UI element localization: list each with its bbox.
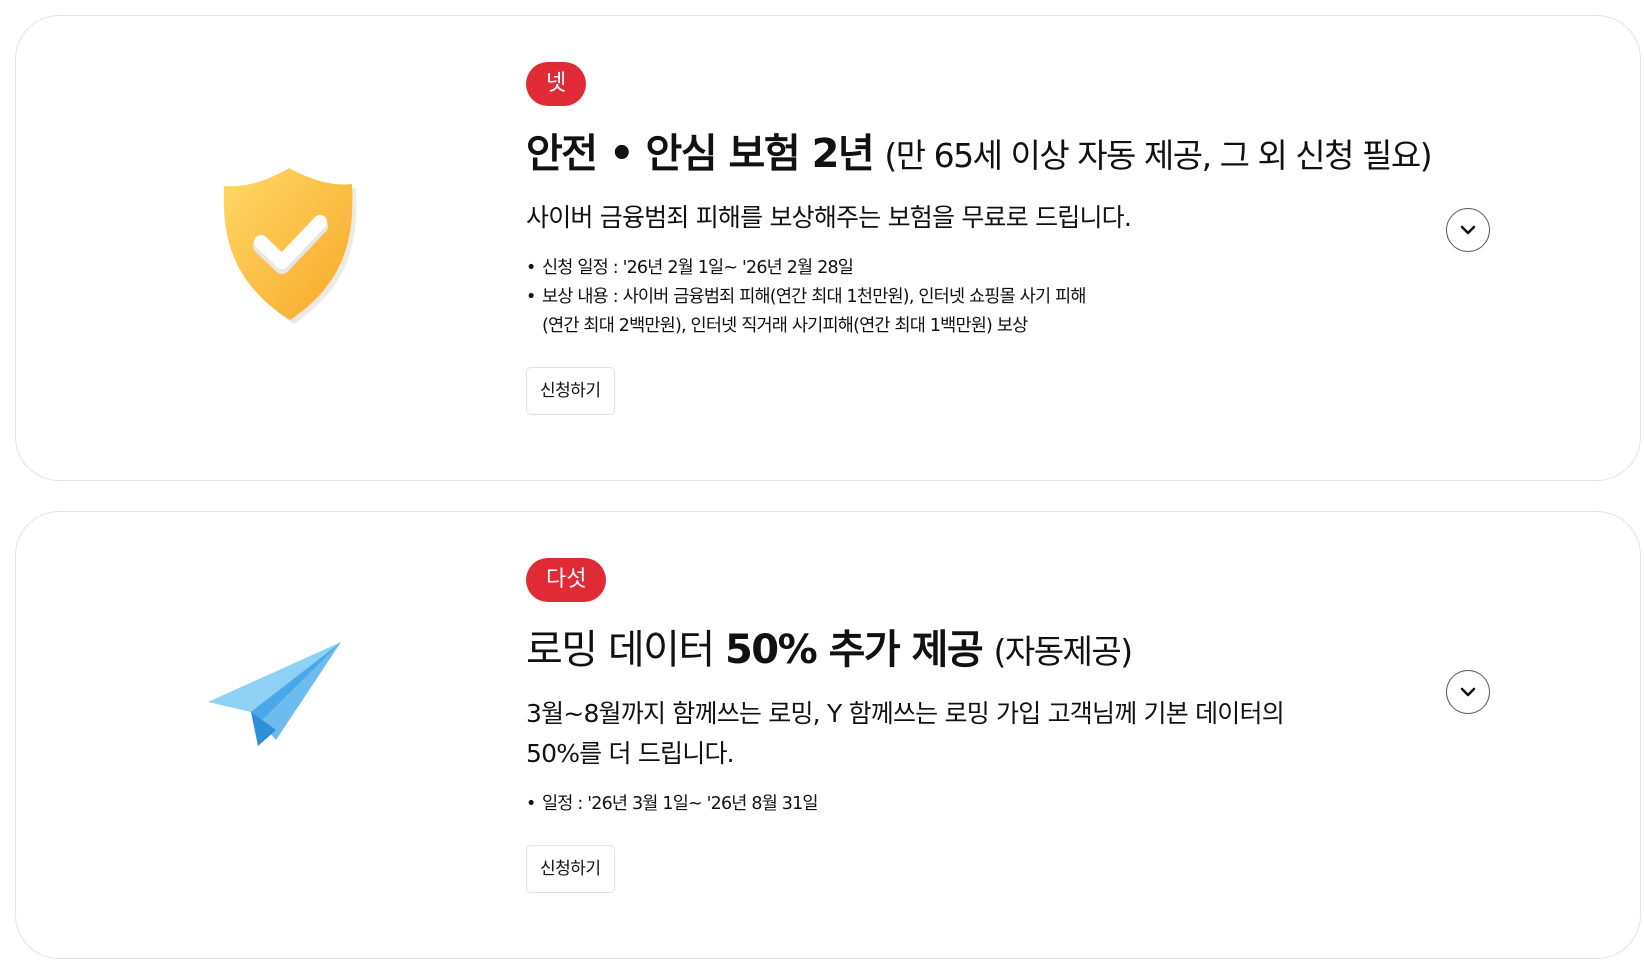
detail-item: 신청 일정 : '26년 2월 1일~ '26년 2월 28일 xyxy=(526,254,1431,283)
paper-plane-icon xyxy=(206,640,366,780)
card-title-prefix: 로밍 데이터 xyxy=(526,627,725,673)
detail-text: 신청 일정 : '26년 2월 1일~ '26년 2월 28일 xyxy=(542,258,854,278)
apply-button[interactable]: 신청하기 xyxy=(526,367,615,415)
detail-item: 보상 내용 : 사이버 금융범죄 피해(연간 최대 1천만원), 인터넷 쇼핑몰… xyxy=(526,283,1431,341)
card-title: 로밍 데이터 50% 추가 제공 (자동제공) xyxy=(526,624,1284,678)
shield-check-icon xyxy=(206,164,376,334)
card-content: 넷 안전 • 안심 보험 2년 (만 65세 이상 자동 제공, 그 외 신청 … xyxy=(526,62,1433,415)
order-badge: 넷 xyxy=(526,62,587,106)
detail-text: 보상 내용 : 사이버 금융범죄 피해(연간 최대 1천만원), 인터넷 쇼핑몰… xyxy=(542,287,1086,307)
chevron-down-icon xyxy=(1460,687,1476,697)
card-title-strong: 50% 추가 제공 xyxy=(724,627,984,673)
card-content: 다섯 로밍 데이터 50% 추가 제공 (자동제공) 3월~8월까지 함께쓰는 … xyxy=(526,558,1285,893)
benefit-card-roaming: 다섯 로밍 데이터 50% 추가 제공 (자동제공) 3월~8월까지 함께쓰는 … xyxy=(15,511,1641,959)
detail-text: 일정 : '26년 3월 1일~ '26년 8월 31일 xyxy=(542,794,819,814)
detail-list: 일정 : '26년 3월 1일~ '26년 8월 31일 xyxy=(526,790,1284,819)
card-description: 사이버 금융범죄 피해를 보상해주는 보험을 무료로 드립니다. xyxy=(526,203,1132,232)
detail-item: 일정 : '26년 3월 1일~ '26년 8월 31일 xyxy=(526,790,1284,819)
detail-text-continued: (연간 최대 2백만원), 인터넷 직거래 사기피해(연간 최대 1백만원) 보… xyxy=(542,316,1028,336)
description-line: 3월~8월까지 함께쓰는 로밍, Y 함께쓰는 로밍 가입 고객님께 기본 데이… xyxy=(526,699,1285,728)
order-badge: 다섯 xyxy=(526,558,607,602)
expand-toggle-button[interactable] xyxy=(1446,208,1490,252)
description-line: 50%를 더 드립니다. xyxy=(526,739,735,768)
card-description: 3월~8월까지 함께쓰는 로밍, Y 함께쓰는 로밍 가입 고객님께 기본 데이… xyxy=(526,694,1285,774)
card-title-note: (자동제공) xyxy=(993,632,1133,671)
chevron-down-icon xyxy=(1460,225,1476,235)
detail-list: 신청 일정 : '26년 2월 1일~ '26년 2월 28일 보상 내용 : … xyxy=(526,254,1431,341)
benefit-card-insurance: 넷 안전 • 안심 보험 2년 (만 65세 이상 자동 제공, 그 외 신청 … xyxy=(15,15,1641,481)
expand-toggle-button[interactable] xyxy=(1446,670,1490,714)
card-title-note: (만 65세 이상 자동 제공, 그 외 신청 필요) xyxy=(884,136,1432,175)
apply-button[interactable]: 신청하기 xyxy=(526,845,615,893)
card-title-strong: 안전 • 안심 보험 2년 xyxy=(526,131,875,177)
card-title: 안전 • 안심 보험 2년 (만 65세 이상 자동 제공, 그 외 신청 필요… xyxy=(526,128,1433,182)
